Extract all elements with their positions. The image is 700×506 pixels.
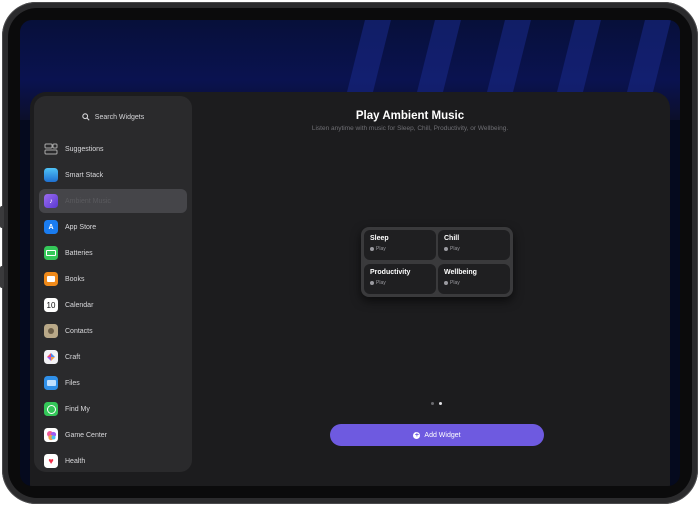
files-icon: [44, 376, 58, 390]
sidebar-item-find-my[interactable]: Find My: [39, 397, 187, 421]
sidebar-item-app-store[interactable]: A App Store: [39, 215, 187, 239]
sidebar-item-label: Health: [65, 457, 86, 465]
sidebar-item-calendar[interactable]: 10 Calendar: [39, 293, 187, 317]
suggestions-icon: [44, 142, 58, 156]
plus-icon: +: [413, 431, 421, 439]
sidebar-item-suggestions[interactable]: Suggestions: [39, 137, 187, 161]
tile-title: Chill: [444, 235, 460, 242]
app-store-icon: A: [44, 220, 58, 234]
search-widgets-label: Search Widgets: [94, 113, 145, 121]
sidebar-item-label: Find My: [65, 405, 90, 413]
sidebar-item-game-center[interactable]: Game Center: [39, 423, 187, 447]
sidebar-item-label: Calendar: [65, 301, 94, 309]
tile-title: Sleep: [370, 235, 389, 242]
find-my-icon: [44, 402, 58, 416]
play-icon: [370, 247, 374, 251]
play-icon: [370, 281, 374, 285]
health-icon: ♥: [44, 454, 58, 468]
sidebar-item-health[interactable]: ♥ Health: [39, 449, 187, 472]
search-widgets-field[interactable]: Search Widgets: [34, 108, 192, 126]
sidebar-item-label: Suggestions: [65, 145, 104, 153]
calendar-icon: 10: [44, 298, 58, 312]
sidebar-item-craft[interactable]: Craft: [39, 345, 187, 369]
tile-action: Play: [450, 280, 460, 286]
craft-icon: [44, 350, 58, 364]
tile-sleep[interactable]: Sleep Play: [364, 230, 436, 260]
tile-title: Wellbeing: [444, 269, 477, 276]
sidebar-item-files[interactable]: Files: [39, 371, 187, 395]
sidebar-item-label: Files: [65, 379, 80, 387]
batteries-icon: [44, 246, 58, 260]
ambient-music-widget-preview[interactable]: Sleep Play Chill Play Productivity Play …: [361, 227, 513, 297]
sidebar-item-contacts[interactable]: Contacts: [39, 319, 187, 343]
play-icon: [444, 247, 448, 251]
add-widget-button[interactable]: + Add Widget: [330, 424, 544, 446]
add-widget-label: Add Widget: [424, 431, 461, 439]
tile-action: Play: [376, 246, 386, 252]
search-icon: [82, 113, 90, 121]
books-icon: [44, 272, 58, 286]
sidebar-item-label: Craft: [65, 353, 81, 361]
contacts-icon: [44, 324, 58, 338]
volume-button: [0, 266, 4, 288]
sidebar-item-label: Contacts: [65, 327, 93, 335]
sidebar-item-ambient-music[interactable]: ♪ Ambient Music: [39, 189, 187, 213]
sidebar-item-smart-stack[interactable]: Smart Stack: [39, 163, 187, 187]
widget-sidebar: Search Widgets Suggestions Smart Stack ♪…: [34, 96, 192, 472]
tile-chill[interactable]: Chill Play: [438, 230, 510, 260]
tile-productivity[interactable]: Productivity Play: [364, 264, 436, 294]
page-indicator[interactable]: [431, 402, 442, 405]
sidebar-item-label: App Store: [65, 223, 97, 231]
sidebar-item-books[interactable]: Books: [39, 267, 187, 291]
ambient-music-icon: ♪: [44, 194, 58, 208]
game-center-icon: [44, 428, 58, 442]
sidebar-item-label: Ambient Music: [65, 197, 111, 205]
sidebar-item-label: Batteries: [65, 249, 93, 257]
widget-title: Play Ambient Music: [355, 110, 465, 122]
page-dot[interactable]: [431, 402, 434, 405]
smart-stack-icon: [44, 168, 58, 182]
page-dot-active[interactable]: [439, 402, 442, 405]
volume-button: [0, 206, 4, 228]
tile-wellbeing[interactable]: Wellbeing Play: [438, 264, 510, 294]
tile-action: Play: [376, 280, 386, 286]
sidebar-item-batteries[interactable]: Batteries: [39, 241, 187, 265]
widget-subtitle: Listen anytime with music for Sleep, Chi…: [311, 125, 509, 132]
sidebar-item-label: Game Center: [65, 431, 108, 439]
play-icon: [444, 281, 448, 285]
tile-action: Play: [450, 246, 460, 252]
sidebar-item-label: Smart Stack: [65, 171, 104, 179]
tile-title: Productivity: [370, 269, 411, 276]
sidebar-item-label: Books: [65, 275, 85, 283]
